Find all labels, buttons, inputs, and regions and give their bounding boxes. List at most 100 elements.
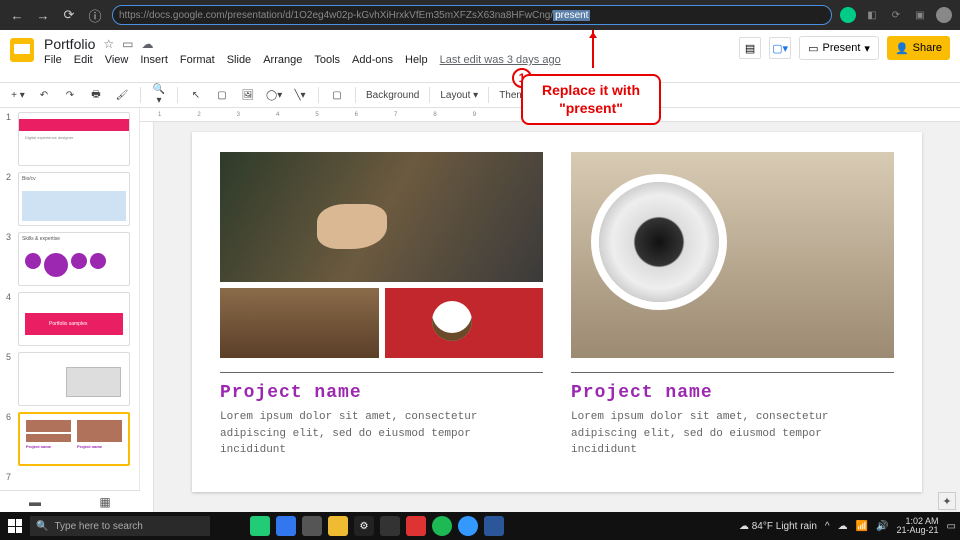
taskbar-settings-icon[interactable]: ⚙ — [354, 516, 374, 536]
address-bar[interactable]: https://docs.google.com/presentation/d/1… — [112, 5, 832, 25]
weather-text: 84°F Light rain — [752, 521, 817, 532]
shape-tool[interactable]: ◯▾ — [266, 90, 282, 101]
paint-format-button[interactable]: 🖌 — [114, 90, 130, 101]
project-title-right[interactable]: Project name — [571, 383, 894, 403]
slide-column-right: Project name Lorem ipsum dolor sit amet,… — [571, 152, 894, 472]
project-desc-left[interactable]: Lorem ipsum dolor sit amet, consectetur … — [220, 409, 543, 459]
new-slide-button[interactable]: + ▾ — [10, 90, 26, 101]
filmstrip-view-button[interactable]: ▬ — [0, 491, 70, 512]
presentation-display-icon[interactable]: ▢▾ — [769, 37, 791, 59]
clock[interactable]: 1:02 AM 21-Aug-21 — [897, 517, 939, 536]
site-info-icon[interactable]: ⓘ — [86, 6, 104, 24]
taskbar-spotify-icon[interactable] — [432, 516, 452, 536]
background-button[interactable]: Background — [366, 90, 419, 101]
project-desc-right[interactable]: Lorem ipsum dolor sit amet, consectetur … — [571, 409, 894, 459]
slide-column-left: Project name Lorem ipsum dolor sit amet,… — [220, 152, 543, 472]
layout-button[interactable]: Layout ▾ — [440, 90, 478, 101]
taskbar-edge-icon[interactable] — [276, 516, 296, 536]
slide-thumb-3[interactable]: Skills & expertise — [18, 232, 130, 286]
select-tool[interactable]: ↖ — [188, 90, 204, 101]
menu-addons[interactable]: Add-ons — [352, 54, 393, 66]
forward-button[interactable]: → — [34, 6, 52, 24]
menu-format[interactable]: Format — [180, 54, 215, 66]
separator — [488, 87, 489, 103]
divider — [220, 372, 543, 373]
slide-thumb-2[interactable]: Bio/cv — [18, 172, 130, 226]
menu-insert[interactable]: Insert — [140, 54, 168, 66]
taskbar-app-icon[interactable] — [250, 516, 270, 536]
last-edit-link[interactable]: Last edit was 3 days ago — [440, 54, 561, 66]
menu-bar: File Edit View Insert Format Slide Arran… — [44, 54, 561, 66]
menu-view[interactable]: View — [105, 54, 129, 66]
separator — [429, 87, 430, 103]
taskbar-search[interactable]: 🔍 Type here to search — [30, 516, 210, 536]
star-icon[interactable]: ☆ — [103, 37, 114, 51]
google-slides-logo-icon[interactable] — [10, 38, 34, 62]
start-button[interactable] — [4, 515, 26, 537]
canvas-area: 123456789 Project name Lorem ipsum dolor… — [140, 108, 960, 512]
redo-button[interactable]: ↷ — [62, 90, 78, 101]
slide-thumb-1[interactable]: Digital experience designer — [18, 112, 130, 166]
grid-view-button[interactable]: ▦ — [70, 491, 140, 512]
taskbar-office-icon[interactable] — [406, 516, 426, 536]
tray-onedrive-icon[interactable]: ☁ — [838, 521, 848, 532]
menu-arrange[interactable]: Arrange — [263, 54, 302, 66]
zoom-button[interactable]: 🔍▾ — [151, 84, 167, 106]
extension-icon[interactable]: ⟳ — [888, 7, 904, 23]
taskbar-word-icon[interactable] — [484, 516, 504, 536]
tray-volume-icon[interactable]: 🔊 — [876, 521, 888, 532]
textbox-tool[interactable]: ▢ — [214, 90, 230, 101]
menu-slide[interactable]: Slide — [227, 54, 251, 66]
comment-tool[interactable]: ▢ — [329, 90, 345, 101]
slide-canvas[interactable]: Project name Lorem ipsum dolor sit amet,… — [192, 132, 922, 492]
menu-file[interactable]: File — [44, 54, 62, 66]
move-folder-icon[interactable]: ▭ — [122, 37, 133, 51]
app-header: Portfolio ☆ ▭ ☁ File Edit View Insert Fo… — [0, 30, 960, 82]
present-button[interactable]: ▭ Present ▾ — [799, 36, 879, 60]
slide-thumb-6[interactable]: Project name Project name — [18, 412, 130, 466]
comments-icon[interactable]: ▤ — [739, 37, 761, 59]
project-image-coffee[interactable] — [385, 288, 544, 358]
weather-widget[interactable]: ☁ 84°F Light rain — [739, 521, 817, 532]
separator — [140, 87, 141, 103]
menu-edit[interactable]: Edit — [74, 54, 93, 66]
taskbar-app-icon[interactable] — [458, 516, 478, 536]
slide-stage[interactable]: Project name Lorem ipsum dolor sit amet,… — [154, 122, 960, 512]
menu-tools[interactable]: Tools — [314, 54, 340, 66]
thumb-number: 2 — [6, 172, 14, 226]
taskbar-app-icon[interactable] — [380, 516, 400, 536]
thumb-text: Portfolio samples — [49, 321, 87, 327]
view-mode-bar: ▬ ▦ — [0, 490, 140, 512]
project-image-speaker[interactable] — [571, 152, 894, 358]
slide-thumb-5[interactable] — [18, 352, 130, 406]
share-button[interactable]: 👤 Share — [887, 36, 950, 60]
reload-button[interactable]: ⟳ — [60, 6, 78, 24]
thumb-number: 3 — [6, 232, 14, 286]
extension-grammarly-icon[interactable] — [840, 7, 856, 23]
url-selection: present — [553, 10, 590, 21]
collections-icon[interactable]: ▣ — [912, 7, 928, 23]
back-button[interactable]: ← — [8, 6, 26, 24]
thumb-number: 1 — [6, 112, 14, 166]
image-tool[interactable]: 🖼 — [240, 90, 256, 101]
line-tool[interactable]: ╲▾ — [292, 90, 308, 101]
taskbar-explorer-icon[interactable] — [328, 516, 348, 536]
tray-wifi-icon[interactable]: 📶 — [856, 521, 868, 532]
slide-thumb-4[interactable]: Portfolio samples — [18, 292, 130, 346]
tray-chevron-icon[interactable]: ^ — [825, 521, 830, 532]
taskbar-app-icon[interactable] — [302, 516, 322, 536]
explore-button[interactable]: ✦ — [938, 492, 956, 510]
project-image-cameras[interactable] — [220, 288, 379, 358]
document-title[interactable]: Portfolio — [44, 36, 95, 52]
project-image-main[interactable] — [220, 152, 543, 282]
thumbnail-panel[interactable]: 1 Digital experience designer 2 Bio/cv 3… — [0, 108, 140, 512]
notifications-icon[interactable]: ▭ — [947, 521, 956, 532]
extension-icon[interactable]: ◧ — [864, 7, 880, 23]
annotation-callout: Replace it with "present" — [521, 74, 661, 125]
profile-avatar-icon[interactable] — [936, 7, 952, 23]
print-button[interactable]: 🖶 — [88, 87, 104, 104]
project-title-left[interactable]: Project name — [220, 383, 543, 403]
undo-button[interactable]: ↶ — [36, 90, 52, 101]
menu-help[interactable]: Help — [405, 54, 428, 66]
thumb-number: 7 — [6, 472, 14, 482]
